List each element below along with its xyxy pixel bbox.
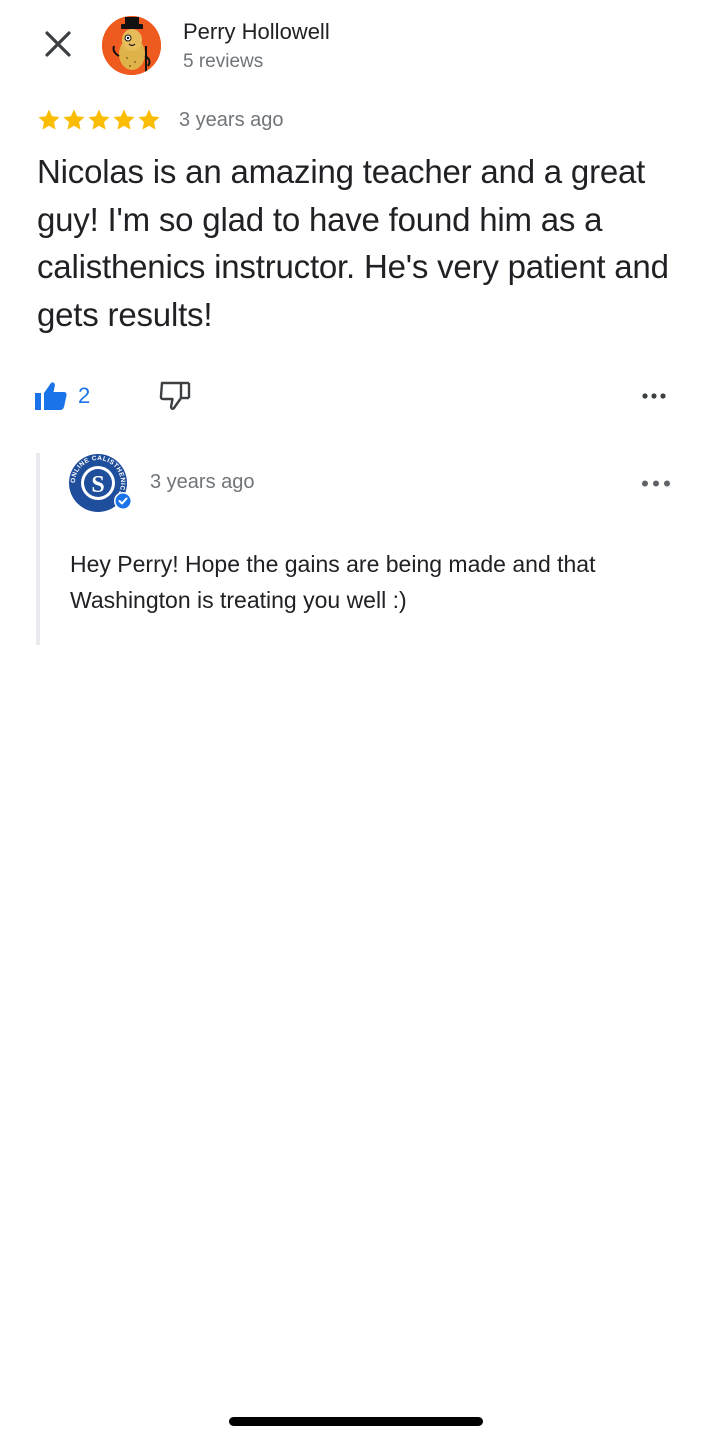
reply-date: 3 years ago <box>150 471 255 493</box>
thumb-up-icon <box>35 382 67 410</box>
reviewer-review-count: 5 reviews <box>183 51 264 72</box>
peanut-character-icon <box>102 16 161 75</box>
reply-text: Hey Perry! Hope the gains are being made… <box>70 551 596 613</box>
star-icon <box>63 109 85 130</box>
more-horiz-icon <box>642 393 666 399</box>
like-button[interactable]: 2 <box>34 378 90 414</box>
dislike-button[interactable] <box>156 378 194 414</box>
review-text: Nicolas is an amazing teacher and a grea… <box>37 153 669 333</box>
owner-avatar[interactable]: ONLINE CALISTHENICS S <box>68 453 132 513</box>
star-icon <box>88 109 110 130</box>
svg-text:S: S <box>91 472 104 498</box>
verified-badge-icon <box>114 492 132 510</box>
close-icon <box>45 31 71 57</box>
review-more-button[interactable] <box>634 380 674 412</box>
star-icon <box>38 109 60 130</box>
close-button[interactable] <box>36 22 80 66</box>
reply-more-button[interactable] <box>636 467 676 499</box>
avatar[interactable] <box>102 16 161 75</box>
online-calisthenics-logo-icon: ONLINE CALISTHENICS S <box>69 454 132 512</box>
more-horiz-icon <box>642 480 670 486</box>
thumb-down-icon <box>159 381 191 410</box>
star-icon <box>138 109 160 130</box>
review-date: 3 years ago <box>179 108 284 131</box>
owner-reply: ONLINE CALISTHENICS S 3 years ago Hey Pe… <box>36 453 676 645</box>
star-icon <box>113 109 135 130</box>
home-indicator[interactable] <box>229 1417 483 1426</box>
review-actions: 2 <box>0 372 711 420</box>
rating-row: 3 years ago <box>37 107 284 133</box>
like-count: 2 <box>78 383 91 408</box>
review-header: Perry Hollowell 5 reviews <box>0 0 711 92</box>
reviewer-name[interactable]: Perry Hollowell <box>183 19 330 45</box>
star-rating <box>37 108 161 132</box>
